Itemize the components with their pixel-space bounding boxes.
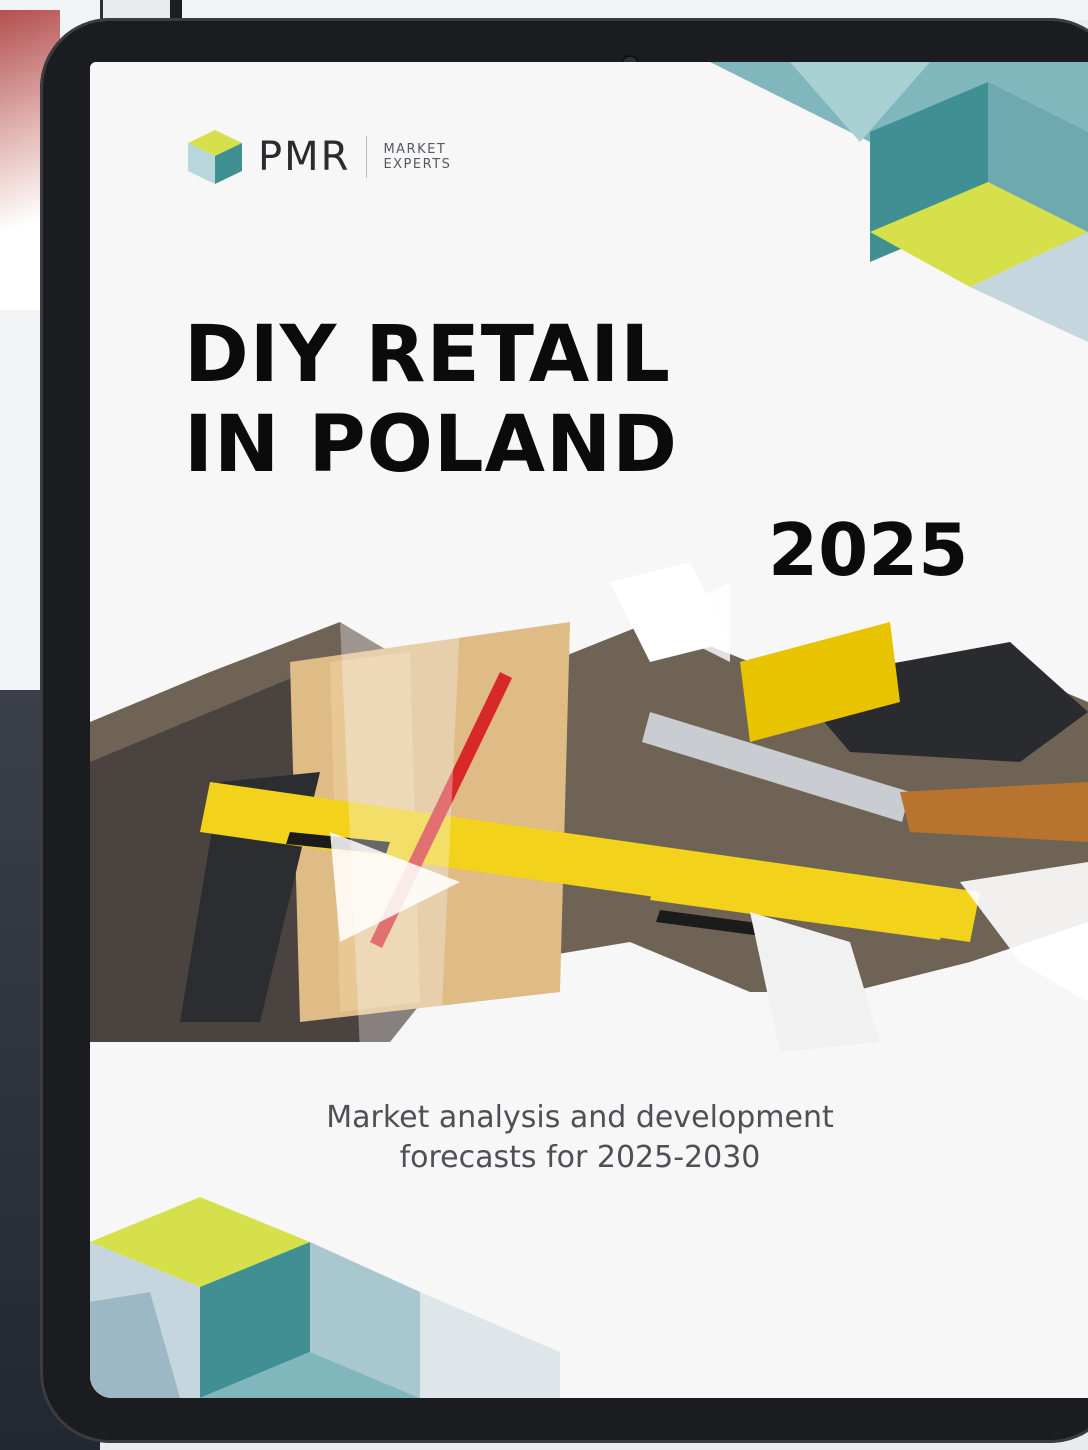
report-title-line1: DIY RETAIL <box>184 310 671 400</box>
cover-artwork <box>90 62 1088 1398</box>
report-cover: PMR MARKET EXPERTS DIY RETAIL IN POLAND … <box>90 62 1088 1398</box>
cube-logo-icon <box>188 130 242 184</box>
background-device-top <box>170 0 1088 20</box>
bottom-left-geometric-decoration <box>90 1197 560 1398</box>
logo-tagline-line2: EXPERTS <box>383 157 452 172</box>
pmr-logo: PMR MARKET EXPERTS <box>186 128 451 186</box>
report-subtitle: Market analysis and development forecast… <box>250 1098 910 1178</box>
tools-photo-band <box>90 562 1088 1052</box>
report-subtitle-line2: forecasts for 2025-2030 <box>399 1140 761 1175</box>
logo-wordmark: PMR <box>258 134 351 180</box>
report-year: 2025 <box>768 508 969 592</box>
logo-tagline: MARKET EXPERTS <box>383 142 451 172</box>
logo-divider <box>366 136 368 178</box>
top-right-geometric-decoration <box>710 62 1088 342</box>
report-subtitle-line1: Market analysis and development <box>326 1100 834 1135</box>
report-title: DIY RETAIL IN POLAND <box>184 310 678 490</box>
report-title-line2: IN POLAND <box>184 400 679 490</box>
logo-tagline-line1: MARKET <box>383 142 447 157</box>
